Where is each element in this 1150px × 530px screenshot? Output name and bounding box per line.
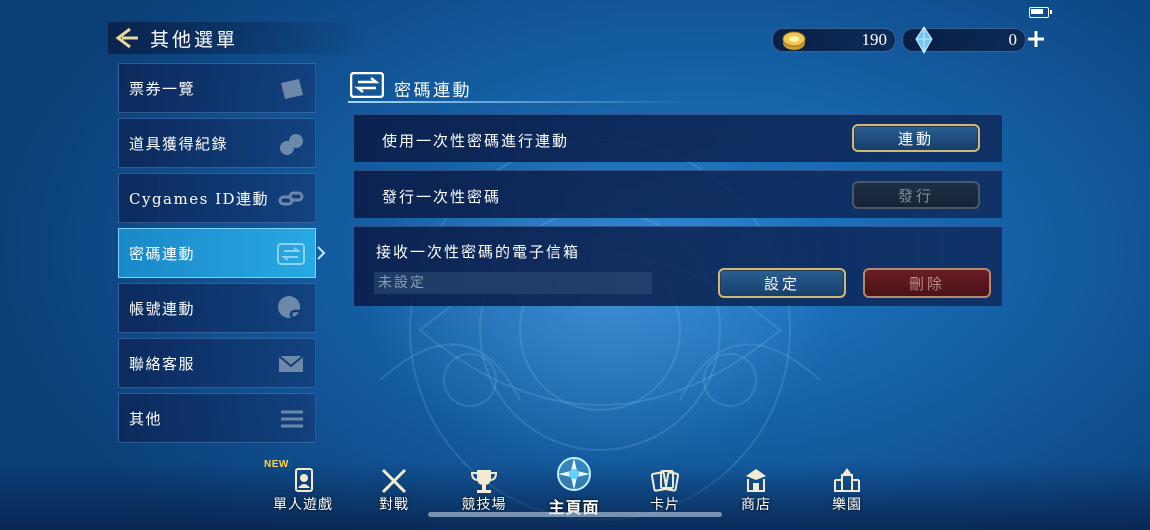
ticket-icon <box>281 79 303 99</box>
gem-currency-display: 0 <box>902 26 1026 55</box>
battery-icon <box>1029 7 1052 18</box>
home-indicator-bar[interactable] <box>428 512 722 517</box>
nav-label: 商店 <box>741 497 771 513</box>
page-title: 其他選單 <box>150 29 239 51</box>
email-label: 接收一次性密碼的電子信箱 <box>376 243 581 261</box>
active-indicator-arrow-icon <box>317 246 326 260</box>
password-link-label: 使用一次性密碼進行連動 <box>382 132 570 150</box>
section-title: 密碼連動 <box>394 81 472 101</box>
transfer-arrows-icon <box>350 72 384 98</box>
nav-label: 卡片 <box>650 497 680 513</box>
issue-password-label: 發行一次性密碼 <box>382 188 502 206</box>
envelope-icon <box>278 355 304 372</box>
issue-button[interactable]: 發行 <box>852 181 980 209</box>
shop-icon <box>746 469 766 492</box>
sidebar-item-label: 聯絡客服 <box>129 355 196 373</box>
sidebar-item-label: 密碼連動 <box>129 245 196 263</box>
nav-single-player[interactable]: 單人遊戲 <box>263 462 343 522</box>
section-divider <box>348 101 688 103</box>
nav-battle[interactable]: 對戰 <box>354 462 434 522</box>
sidebar-item-tickets[interactable]: 票券一覽 <box>118 63 316 113</box>
nav-shop[interactable]: 商店 <box>716 462 796 522</box>
add-currency-plus-icon[interactable] <box>1024 27 1048 51</box>
sidebar-item-label: 道具獲得紀錄 <box>129 135 229 153</box>
sidebar-item-contact-support[interactable]: 聯絡客服 <box>118 338 316 388</box>
coins-stack-icon <box>280 134 303 155</box>
set-email-button[interactable]: 設定 <box>718 268 846 298</box>
account-link-icon <box>278 296 305 320</box>
nav-label: 單人遊戲 <box>273 497 333 513</box>
single-player-card-icon <box>295 468 313 492</box>
delete-email-button[interactable]: 刪除 <box>863 268 991 298</box>
sidebar-item-account-link[interactable]: 帳號連動 <box>118 283 316 333</box>
sidebar-item-other[interactable]: 其他 <box>118 393 316 443</box>
crossed-swords-icon <box>381 468 407 494</box>
transfer-arrows-icon <box>277 243 305 265</box>
sidebar-item-password-link[interactable]: 密碼連動 <box>118 228 316 278</box>
nav-paradise[interactable]: 樂園 <box>807 462 887 522</box>
gold-currency-display: 190 <box>772 28 896 52</box>
gold-coin-icon <box>782 31 806 50</box>
sidebar-item-label: 其他 <box>129 410 163 428</box>
nav-label: 樂園 <box>832 497 862 513</box>
nav-label: 競技場 <box>461 497 507 513</box>
home-crest-icon <box>557 457 591 491</box>
gold-amount: 190 <box>861 30 888 49</box>
list-icon <box>281 410 303 428</box>
cards-icon <box>650 470 680 492</box>
crystal-gem-icon <box>915 26 933 55</box>
sidebar-item-label: 帳號連動 <box>129 300 196 318</box>
gem-amount: 0 <box>1008 30 1018 49</box>
castle-icon <box>834 468 860 492</box>
back-arrow-icon[interactable] <box>112 24 140 52</box>
sidebar-item-label: Cygames ID連動 <box>129 190 270 208</box>
trophy-icon <box>470 470 498 493</box>
email-field[interactable] <box>374 272 652 294</box>
link-button[interactable]: 連動 <box>852 124 980 152</box>
nav-label: 對戰 <box>379 497 409 513</box>
link-chain-icon <box>278 191 304 206</box>
sidebar-item-label: 票券一覽 <box>129 80 196 98</box>
sidebar-item-item-history[interactable]: 道具獲得紀錄 <box>118 118 316 168</box>
sidebar-item-cygames-id[interactable]: Cygames ID連動 <box>118 173 316 223</box>
